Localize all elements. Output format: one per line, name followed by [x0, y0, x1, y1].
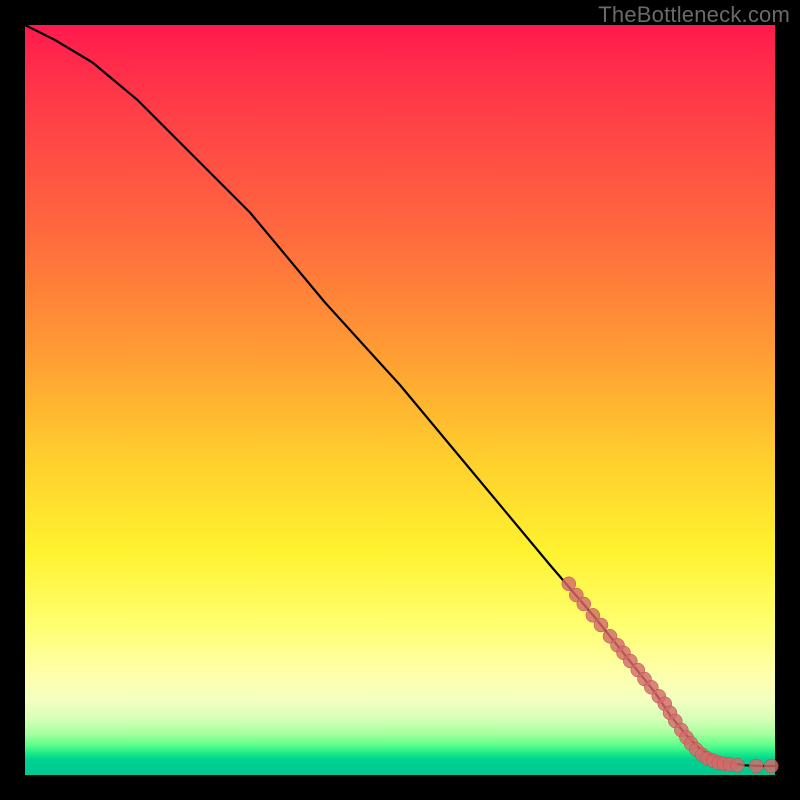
chart-frame: TheBottleneck.com	[0, 0, 800, 800]
chart-svg	[25, 25, 775, 775]
data-point	[749, 759, 763, 773]
data-point	[594, 618, 608, 632]
plot-area	[25, 25, 775, 775]
data-point	[731, 758, 745, 772]
scatter-markers	[562, 577, 779, 773]
data-point	[577, 597, 591, 611]
curve-line	[25, 25, 775, 766]
data-point	[764, 759, 778, 773]
